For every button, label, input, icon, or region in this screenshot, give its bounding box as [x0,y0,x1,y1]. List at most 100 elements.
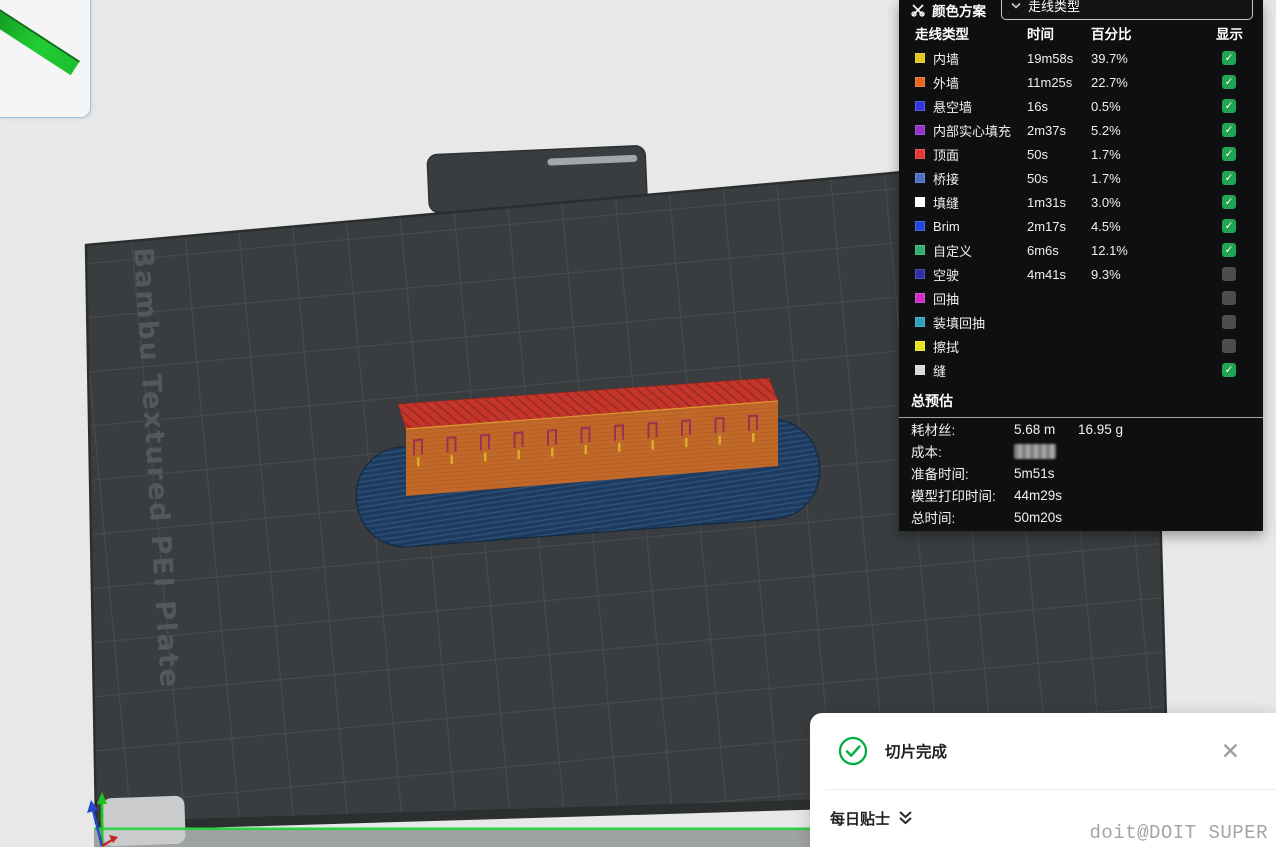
line-type-color-swatch [915,197,925,207]
bed-apron [94,830,813,847]
estimate-value: 5.68 m [1014,421,1056,437]
line-type-row: 自定义 6m6s 12.1% ✓ [899,238,1263,262]
estimate-label: 成本: [911,445,942,460]
line-type-row: 填缝 1m31s 3.0% ✓ [899,190,1263,214]
line-type-row: 外墙 11m25s 22.7% ✓ [899,70,1263,94]
line-type-time: 1m31s [1027,194,1067,210]
success-check-icon [838,736,868,766]
visibility-checkbox[interactable] [1222,291,1236,305]
line-type-row: 擦拭 [899,334,1263,358]
visibility-checkbox[interactable]: ✓ [1222,51,1236,65]
legend-rows: 内墙 19m58s 39.7% ✓ 外墙 11m25s 22.7% ✓ 悬空墙 16s 0.5% ✓ 内… [899,46,1263,382]
line-type-time: 50s [1027,170,1048,186]
line-type-panel: 颜色方案 走线类型 走线类型 时间 百分比 显示 内墙 19m58s 39.7% ✓ 外… [899,0,1263,531]
chevron-down-icon [1011,2,1021,9]
visibility-checkbox[interactable]: ✓ [1222,75,1236,89]
column-time: 时间 [1027,27,1054,42]
line-type-color-swatch [915,269,925,279]
line-type-color-swatch [915,341,925,351]
estimate-label: 耗材丝: [911,423,956,438]
estimate-row: 准备时间: 5m51s [899,462,1263,484]
visibility-checkbox[interactable]: ✓ [1222,363,1236,377]
estimate-label: 模型打印时间: [911,489,996,504]
line-type-color-swatch [915,173,925,183]
line-type-percent: 9.3% [1091,266,1121,282]
estimate-row: 耗材丝: 5.68 m 16.95 g [899,418,1263,440]
purge-line [94,827,813,831]
legend-table-header: 走线类型 时间 百分比 显示 [899,20,1263,46]
line-type-row: 内部实心填充 2m37s 5.2% ✓ [899,118,1263,142]
color-scheme-icon [911,4,925,17]
visibility-checkbox[interactable]: ✓ [1222,219,1236,233]
line-type-color-swatch [915,53,925,63]
color-scheme-dropdown[interactable]: 走线类型 [1001,0,1253,20]
estimate-divider [899,417,1263,418]
line-type-percent: 0.5% [1091,98,1121,114]
estimate-value: 50m20s [1014,509,1063,525]
double-chevron-down-icon[interactable] [898,810,913,826]
color-scheme-label: 颜色方案 [932,4,986,19]
line-type-percent: 5.2% [1091,122,1121,138]
estimate-value: 5m51s [1014,465,1055,481]
line-type-percent: 22.7% [1091,74,1128,90]
estimate-rows: 耗材丝: 5.68 m 16.95 g 成本: 准备时间: 5m51s 模型打印时间: 44m… [899,418,1263,528]
estimate-row: 总时间: 50m20s [899,506,1263,528]
plate-thumbnail-card[interactable] [0,0,91,118]
estimate-row: 成本: [899,440,1263,462]
visibility-checkbox[interactable] [1222,267,1236,281]
line-type-label: 自定义 [933,243,973,259]
line-type-percent: 1.7% [1091,170,1121,186]
line-type-percent: 12.1% [1091,242,1128,258]
line-type-color-swatch [915,149,925,159]
line-type-label: 擦拭 [933,339,960,355]
close-icon[interactable]: ✕ [1221,739,1240,763]
line-type-percent: 1.7% [1091,146,1121,162]
line-type-color-swatch [915,365,925,375]
panel-header: 颜色方案 走线类型 [899,0,1263,20]
line-type-row: 回抽 [899,286,1263,310]
visibility-checkbox[interactable]: ✓ [1222,195,1236,209]
line-type-row: 顶面 50s 1.7% ✓ [899,142,1263,166]
line-type-color-swatch [915,101,925,111]
column-show: 显示 [1216,27,1243,42]
line-type-label: 缝 [933,363,947,379]
line-type-row: 悬空墙 16s 0.5% ✓ [899,94,1263,118]
estimate-value: 16.95 g [1078,421,1124,437]
line-type-percent: 39.7% [1091,50,1128,66]
thumbnail-model-preview [0,0,80,76]
line-type-color-swatch [915,77,925,87]
estimate-label: 准备时间: [911,467,969,482]
line-type-label: 空驶 [933,267,960,283]
line-type-time: 19m58s [1027,50,1074,66]
line-type-row: 内墙 19m58s 39.7% ✓ [899,46,1263,70]
line-type-time: 6m6s [1027,242,1059,258]
line-type-time: 16s [1027,98,1048,114]
visibility-checkbox[interactable] [1222,339,1236,353]
line-type-color-swatch [915,293,925,303]
line-type-color-swatch [915,317,925,327]
line-type-time: 2m37s [1027,122,1067,138]
line-type-label: 回抽 [933,291,960,307]
line-type-color-swatch [915,221,925,231]
line-type-label: 内部实心填充 [933,123,1012,139]
line-type-row: 装填回抽 [899,310,1263,334]
line-type-time: 2m17s [1027,218,1067,234]
visibility-checkbox[interactable] [1222,315,1236,329]
daily-tip-label: 每日贴士 [830,810,891,828]
estimate-row: 模型打印时间: 44m29s [899,484,1263,506]
visibility-checkbox[interactable]: ✓ [1222,171,1236,185]
visibility-checkbox[interactable]: ✓ [1222,123,1236,137]
cost-redacted-value [1014,444,1056,459]
line-type-row: 缝 ✓ [899,358,1263,382]
visibility-checkbox[interactable]: ✓ [1222,99,1236,113]
estimate-label: 总时间: [911,511,956,526]
line-type-label: 装填回抽 [933,315,986,331]
line-type-time: 11m25s [1027,74,1073,90]
line-type-color-swatch [915,125,925,135]
watermark-text: doit@DOIT SUPER [1089,822,1268,844]
line-type-percent: 4.5% [1091,218,1121,234]
visibility-checkbox[interactable]: ✓ [1222,147,1236,161]
toast-header-row: 切片完成 ✕ [810,713,1276,789]
visibility-checkbox[interactable]: ✓ [1222,243,1236,257]
line-type-label: 内墙 [933,51,960,67]
